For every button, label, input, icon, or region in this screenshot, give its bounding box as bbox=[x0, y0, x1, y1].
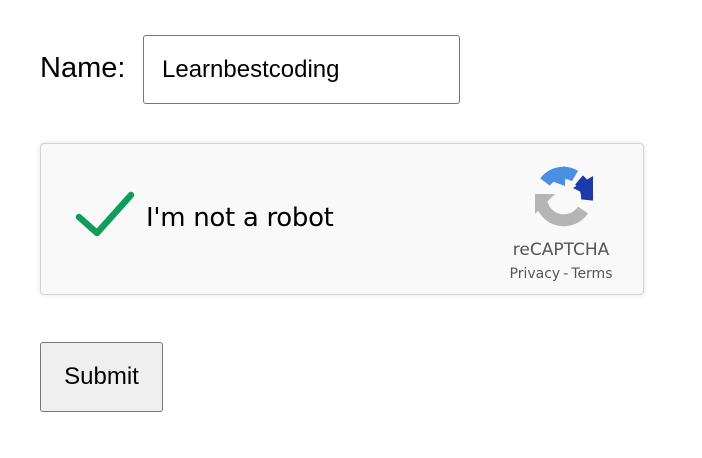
link-separator: - bbox=[563, 266, 569, 282]
name-label: Name: bbox=[40, 52, 126, 84]
privacy-link[interactable]: Privacy bbox=[510, 266, 561, 282]
recaptcha-logo-icon bbox=[535, 166, 594, 227]
recaptcha-brand: reCAPTCHA bbox=[512, 240, 610, 260]
submit-button[interactable]: Submit bbox=[40, 342, 163, 412]
recaptcha-checkbox-label: I'm not a robot bbox=[146, 203, 334, 233]
name-input[interactable] bbox=[143, 35, 460, 104]
terms-link[interactable]: Terms bbox=[571, 266, 612, 282]
recaptcha-widget: I'm not a robot reCAPTCHA Privacy - Terms bbox=[40, 143, 644, 295]
checkmark-icon[interactable] bbox=[75, 189, 135, 239]
recaptcha-links: Privacy - Terms bbox=[481, 265, 641, 283]
